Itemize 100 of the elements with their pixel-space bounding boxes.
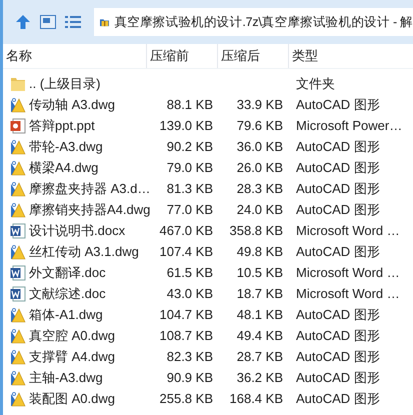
file-name: 横梁A4.dwg bbox=[29, 158, 98, 176]
original-size: 82.3 KB bbox=[166, 349, 213, 364]
compressed-size: 10.5 KB bbox=[236, 265, 283, 280]
compressed-size: 36.0 KB bbox=[236, 139, 283, 154]
file-name: 箱体-A1.dwg bbox=[29, 306, 103, 324]
file-row[interactable]: 装配图 A0.dwg 255.8 KB 168.4 KB AutoCAD 图形 bbox=[3, 388, 413, 409]
file-name: 丝杠传动 A3.1.dwg bbox=[29, 242, 139, 260]
original-size: 81.3 KB bbox=[166, 181, 213, 196]
drawing-file-icon bbox=[10, 96, 26, 112]
file-type: AutoCAD 图形 bbox=[296, 328, 380, 342]
file-name: 带轮-A3.dwg bbox=[29, 138, 103, 156]
file-row[interactable]: 外文翻译.doc 61.5 KB 10.5 KB Microsoft Word … bbox=[3, 262, 413, 283]
presentation-file-icon bbox=[10, 118, 26, 134]
drawing-file-icon bbox=[10, 244, 26, 260]
original-size: 43.0 KB bbox=[166, 286, 213, 301]
compressed-size: 48.1 KB bbox=[236, 307, 283, 322]
list-icon[interactable] bbox=[65, 16, 81, 28]
file-type: AutoCAD 图形 bbox=[296, 390, 380, 406]
compressed-size: 24.0 KB bbox=[236, 202, 283, 217]
original-size: 79.0 KB bbox=[166, 160, 213, 175]
compressed-size: 36.2 KB bbox=[236, 370, 283, 385]
file-name: 传动轴 A3.dwg bbox=[29, 96, 115, 114]
file-row[interactable]: 主轴-A3.dwg 90.9 KB 36.2 KB AutoCAD 图形 bbox=[3, 367, 413, 388]
original-size: 107.4 KB bbox=[160, 244, 213, 259]
file-type: AutoCAD 图形 bbox=[296, 180, 380, 196]
file-type: AutoCAD 图形 bbox=[296, 138, 380, 154]
file-type: AutoCAD 图形 bbox=[296, 348, 380, 364]
compressed-size: 79.6 KB bbox=[236, 118, 283, 133]
file-name: 摩擦盘夹持器 A3.d… bbox=[29, 180, 150, 198]
original-size: 77.0 KB bbox=[166, 202, 213, 217]
document-file-icon bbox=[10, 264, 26, 280]
original-size: 108.7 KB bbox=[160, 328, 213, 343]
file-row[interactable]: 设计说明书.docx 467.0 KB 358.8 KB Microsoft Word … bbox=[3, 220, 413, 241]
file-name: 设计说明书.docx bbox=[29, 222, 126, 240]
file-type: AutoCAD 图形 bbox=[296, 306, 380, 322]
compressed-size: 49.8 KB bbox=[236, 244, 283, 259]
file-row[interactable]: 带轮-A3.dwg 90.2 KB 36.0 KB AutoCAD 图形 bbox=[3, 136, 413, 157]
compressed-size: 49.4 KB bbox=[236, 328, 283, 343]
drawing-file-icon bbox=[10, 390, 26, 406]
drawing-file-icon bbox=[10, 348, 26, 364]
file-type: AutoCAD 图形 bbox=[296, 244, 380, 258]
drawing-file-icon bbox=[10, 160, 26, 176]
document-file-icon bbox=[10, 222, 26, 238]
up-arrow-icon[interactable] bbox=[15, 14, 31, 30]
drawing-file-icon bbox=[10, 306, 26, 322]
file-type: AutoCAD 图形 bbox=[296, 202, 380, 216]
original-size: 104.7 KB bbox=[160, 307, 213, 322]
drawing-file-icon bbox=[10, 202, 26, 218]
original-size: 88.1 KB bbox=[166, 97, 213, 112]
file-name: 答辩ppt.ppt bbox=[29, 116, 95, 134]
file-type: Microsoft Power… bbox=[296, 118, 402, 133]
file-type: Microsoft Word … bbox=[296, 223, 400, 238]
compressed-size: 26.0 KB bbox=[236, 160, 283, 175]
drawing-file-icon bbox=[10, 138, 26, 154]
file-row[interactable]: 传动轴 A3.dwg 88.1 KB 33.9 KB AutoCAD 图形 bbox=[3, 94, 413, 115]
compressed-size: 18.7 KB bbox=[236, 286, 283, 301]
file-row[interactable]: 摩擦销夹持器A4.dwg 77.0 KB 24.0 KB AutoCAD 图形 bbox=[3, 199, 413, 220]
file-row[interactable]: 答辩ppt.ppt 139.0 KB 79.6 KB Microsoft Power… bbox=[3, 115, 413, 136]
file-name: 摩擦销夹持器A4.dwg bbox=[29, 200, 150, 218]
file-type: AutoCAD 图形 bbox=[296, 370, 380, 384]
drawing-file-icon bbox=[10, 328, 26, 344]
column-header[interactable]: 名称 bbox=[3, 44, 147, 68]
column-header[interactable]: 压缩后 bbox=[218, 44, 289, 68]
file-type: Microsoft Word … bbox=[296, 265, 400, 280]
file-row[interactable]: 横梁A4.dwg 79.0 KB 26.0 KB AutoCAD 图形 bbox=[3, 157, 413, 178]
file-row[interactable]: 摩擦盘夹持器 A3.d… 81.3 KB 28.3 KB AutoCAD 图形 bbox=[3, 178, 413, 199]
compressed-size: 358.8 KB bbox=[230, 223, 283, 238]
column-header[interactable]: 压缩前 bbox=[147, 44, 218, 68]
file-name: 支撑臂 A4.dwg bbox=[29, 348, 115, 366]
original-size: 61.5 KB bbox=[166, 265, 213, 280]
original-size: 90.9 KB bbox=[166, 370, 213, 385]
address-bar[interactable]: 真空摩擦试验机的设计.7z\真空摩擦试验机的设计 - 解 bbox=[94, 8, 413, 36]
file-row[interactable]: 文献综述.doc 43.0 KB 18.7 KB Microsoft Word … bbox=[3, 283, 413, 304]
file-type: Microsoft Word … bbox=[296, 286, 400, 301]
compressed-size: 168.4 KB bbox=[230, 391, 283, 406]
file-type: AutoCAD 图形 bbox=[296, 160, 380, 174]
file-row[interactable]: 箱体-A1.dwg 104.7 KB 48.1 KB AutoCAD 图形 bbox=[3, 304, 413, 325]
original-size: 255.8 KB bbox=[160, 391, 213, 406]
view-icon[interactable] bbox=[40, 15, 56, 29]
document-file-icon bbox=[10, 286, 26, 302]
file-name: 主轴-A3.dwg bbox=[29, 368, 103, 386]
file-row[interactable]: 真空腔 A0.dwg 108.7 KB 49.4 KB AutoCAD 图形 bbox=[3, 325, 413, 346]
compressed-size: 28.3 KB bbox=[236, 181, 283, 196]
drawing-file-icon bbox=[10, 180, 26, 196]
file-name: 外文翻译.doc bbox=[29, 264, 106, 282]
file-name: 文献综述.doc bbox=[29, 284, 106, 302]
file-row[interactable]: 支撑臂 A4.dwg 82.3 KB 28.7 KB AutoCAD 图形 bbox=[3, 346, 413, 367]
original-size: 90.2 KB bbox=[166, 139, 213, 154]
compressed-size: 28.7 KB bbox=[236, 349, 283, 364]
original-size: 139.0 KB bbox=[160, 118, 213, 133]
file-type: 文件夹 bbox=[296, 76, 335, 90]
compressed-size: 33.9 KB bbox=[236, 97, 283, 112]
file-row[interactable]: 丝杠传动 A3.1.dwg 107.4 KB 49.8 KB AutoCAD 图形 bbox=[3, 241, 413, 262]
file-type: AutoCAD 图形 bbox=[296, 96, 380, 112]
file-row[interactable]: .. (上级目录) 文件夹 bbox=[3, 73, 413, 94]
file-name: 装配图 A0.dwg bbox=[29, 390, 115, 408]
column-header[interactable]: 类型 bbox=[289, 44, 407, 68]
file-name: .. (上级目录) bbox=[29, 74, 100, 92]
original-size: 467.0 KB bbox=[160, 223, 213, 238]
folder-icon bbox=[10, 76, 26, 92]
